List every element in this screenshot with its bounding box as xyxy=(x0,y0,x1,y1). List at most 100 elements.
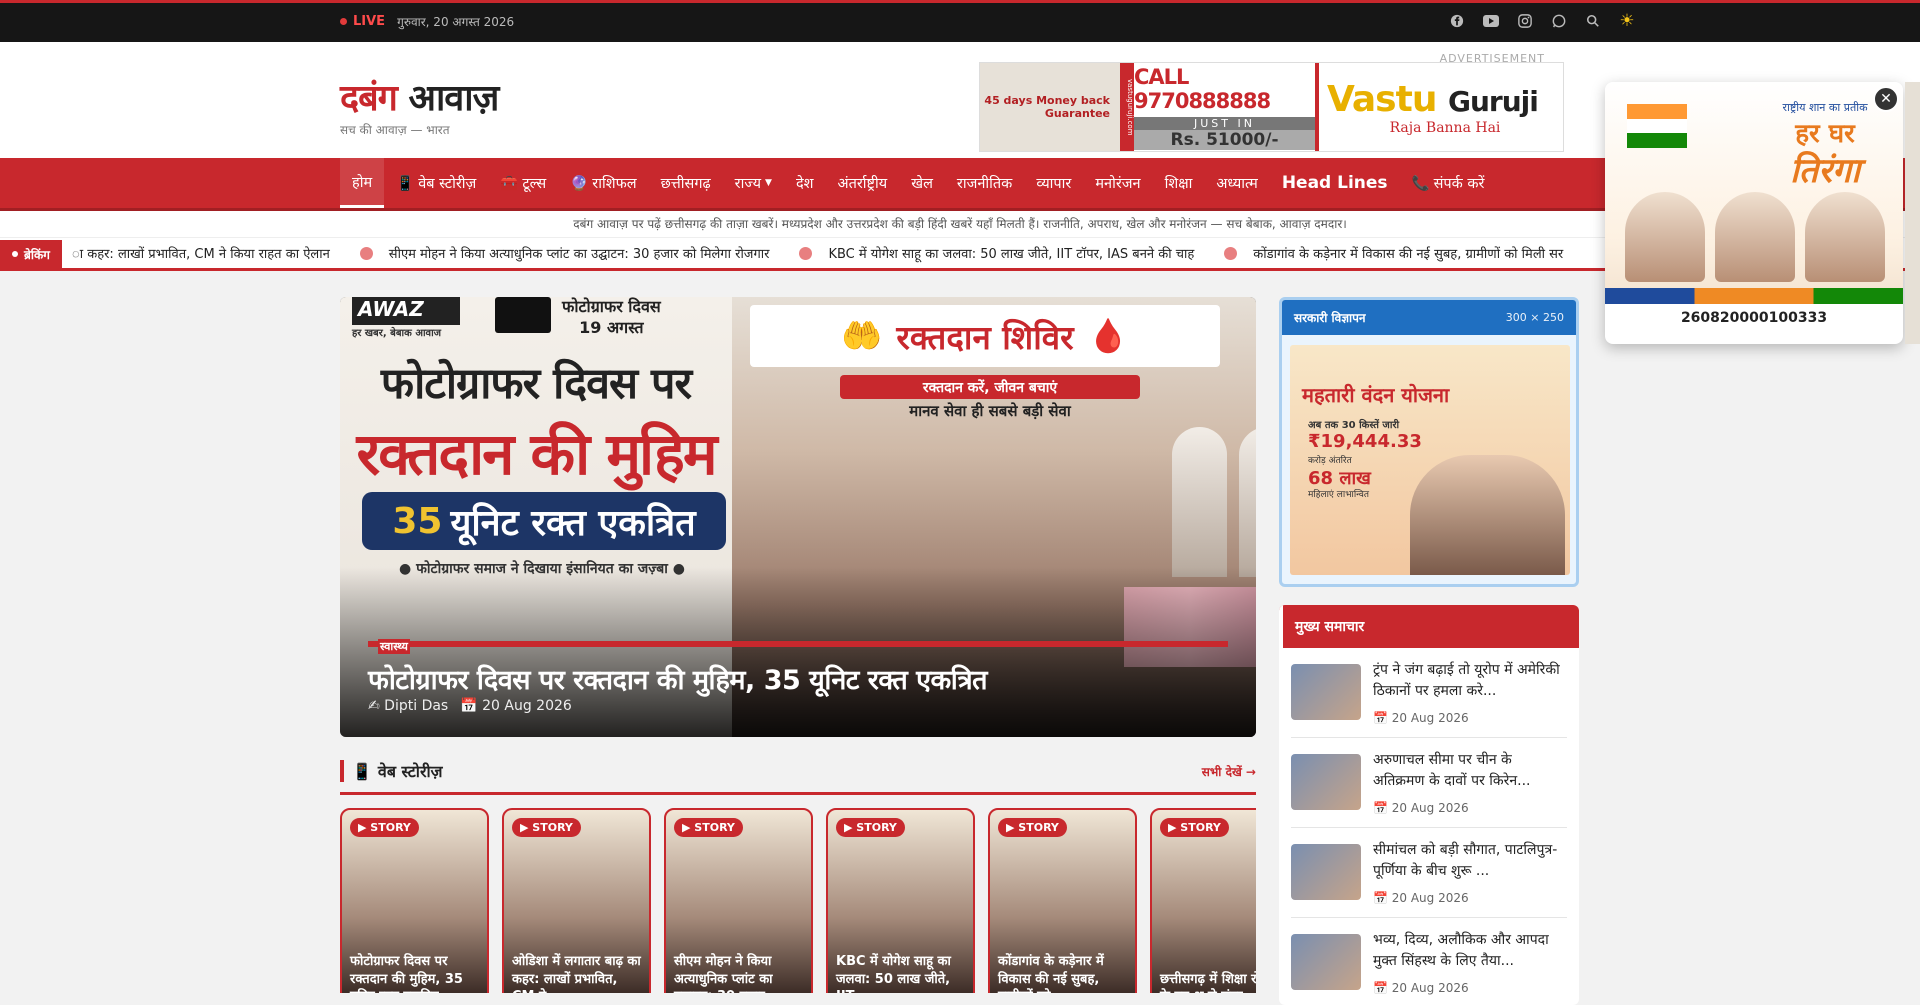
hero-author[interactable]: ✍ Dipti Das xyxy=(368,698,448,714)
live-label: LIVE xyxy=(353,14,386,29)
hero-people-group xyxy=(1172,427,1256,577)
government-ad[interactable]: सरकारी विज्ञापन 300 × 250 महतारी वंदन योज… xyxy=(1279,297,1579,587)
nav-item-0[interactable]: होम xyxy=(340,158,385,208)
hero-category[interactable]: स्वास्थ्य xyxy=(378,639,410,654)
story-badge: ▶ STORY xyxy=(674,818,743,837)
breaking-item-text: सीएम मोहन ने किया अत्याधुनिक प्लांट का उ… xyxy=(388,247,770,262)
nav-item-1[interactable]: 📱 वेब स्टोरीज़ xyxy=(384,158,488,208)
web-story-card[interactable]: ▶ STORY KBC में योगेश साहू का जलवा: 50 ला… xyxy=(826,808,975,993)
site-logo[interactable]: दबंग आवाज़ सच की आवाज़ — भारत xyxy=(340,72,499,138)
gov-ad-image: महतारी वंदन योजना अब तक 30 किस्तें जारी … xyxy=(1290,345,1570,575)
photo-day-title: फोटोग्राफर दिवस xyxy=(562,297,661,316)
nav-item-2[interactable]: 🧰 टूल्स xyxy=(488,158,558,208)
news-item[interactable]: सीमांचल को बड़ी सौगात, पाटलिपुत्र-पूर्णि… xyxy=(1291,828,1567,918)
story-badge: ▶ STORY xyxy=(998,818,1067,837)
gov-ad-size: 300 × 250 xyxy=(1505,311,1564,324)
top-banner-ad[interactable]: 45 days Money back Guarantee vastuguruji… xyxy=(979,62,1564,152)
web-story-card[interactable]: ▶ STORY फोटोग्राफर दिवस पर रक्तदान की मुह… xyxy=(340,808,489,993)
nav-item-4[interactable]: छत्तीसगढ़ xyxy=(649,158,723,208)
ad-just-in: JUST IN xyxy=(1134,116,1315,130)
india-flag-icon xyxy=(1627,104,1687,148)
search-icon[interactable] xyxy=(1585,13,1601,29)
web-story-card[interactable]: ▶ STORY सीएम मोहन ने किया अत्याधुनिक प्ला… xyxy=(664,808,813,993)
ticker-dot xyxy=(359,246,373,260)
hero-image-heading-1: फोटोग्राफर दिवस पर xyxy=(380,359,692,409)
hero-image-heading-2: रक्तदान की मुहिम xyxy=(356,420,717,488)
photo-day-date: 19 अगस्त xyxy=(579,317,644,337)
ad-house-panel: 45 days Money back Guarantee xyxy=(980,63,1120,151)
web-stories-title: 📱 वेब स्टोरीज़ xyxy=(340,760,443,782)
camp-banner: 🤲 रक्तदान शिविर 🩸 xyxy=(750,305,1220,367)
see-all-link[interactable]: सभी देखें → xyxy=(1202,763,1256,780)
breaking-item[interactable]: सीएम मोहन ने किया अत्याधुनिक प्लांट का उ… xyxy=(359,244,770,262)
current-date: गुरुवार, 20 अगस्त 2026 xyxy=(397,15,515,29)
story-badge: ▶ STORY xyxy=(1160,818,1229,837)
sun-icon[interactable]: ☀ xyxy=(1619,11,1635,31)
nav-item-15[interactable]: 📞 संपर्क करें xyxy=(1400,158,1497,208)
nav-label: वेब स्टोरीज़ xyxy=(418,176,477,192)
hero-meta: ✍ Dipti Das 📅 20 Aug 2026 xyxy=(368,698,572,714)
floating-ad-popup[interactable]: राष्ट्रीय शान का प्रतीक हर घर तिरंगा 260… xyxy=(1605,82,1903,344)
nav-item-14[interactable]: Head Lines xyxy=(1270,158,1400,208)
main-news-list: ट्रंप ने जंग बढ़ाई तो यूरोप में अमेरिकी … xyxy=(1279,648,1579,1005)
main-news-heading: मुख्य समाचार xyxy=(1279,605,1579,648)
web-stories-list: ▶ STORY फोटोग्राफर दिवस पर रक्तदान की मुह… xyxy=(340,808,1256,993)
phone-icon: 📱 xyxy=(352,761,372,781)
nav-item-3[interactable]: 🔮 राशिफल xyxy=(558,158,648,208)
news-date: 📅 20 Aug 2026 xyxy=(1373,801,1469,815)
nav-item-11[interactable]: मनोरंजन xyxy=(1083,158,1152,208)
news-item[interactable]: ट्रंप ने जंग बढ़ाई तो यूरोप में अमेरिकी … xyxy=(1291,648,1567,738)
camp-subtitle-2: मानव सेवा ही सबसे बड़ी सेवा xyxy=(909,402,1071,420)
popup-ad-image: राष्ट्रीय शान का प्रतीक हर घर तिरंगा xyxy=(1605,82,1903,304)
nav-item-6[interactable]: देश xyxy=(784,158,826,208)
instagram-icon[interactable] xyxy=(1517,13,1533,29)
hero-title[interactable]: फोटोग्राफर दिवस पर रक्तदान की मुहिम, 35 … xyxy=(368,660,988,697)
news-item[interactable]: भव्य, दिव्य, अलौकिक और आपदा मुक्त सिंहस्… xyxy=(1291,918,1567,1005)
breaking-label-text: ब्रेकिंग xyxy=(24,247,50,262)
nav-list: होम 📱 वेब स्टोरीज़ 🧰 टूल्स 🔮 राशिफल छत्तीसगढ़ रा… xyxy=(340,158,1496,208)
ad-vertical-text: vastuguruji.com xyxy=(1120,63,1134,151)
nav-item-8[interactable]: खेल xyxy=(899,158,945,208)
breaking-item[interactable]: KBC में योगेश साहू का जलवा: 50 लाख जीते,… xyxy=(799,244,1194,262)
youtube-icon[interactable] xyxy=(1483,13,1499,29)
nav-item-13[interactable]: अध्यात्म xyxy=(1204,158,1269,208)
web-story-card[interactable]: ▶ STORY छत्तीसगढ़ में शिक्षा रोजगार के नए… xyxy=(1150,808,1256,993)
units-text: यूनिट रक्त एकत्रित xyxy=(450,502,696,544)
story-badge: ▶ STORY xyxy=(350,818,419,837)
units-number: 35 xyxy=(392,500,443,542)
ad-guarantee-text: 45 days Money back Guarantee xyxy=(984,93,1110,120)
gov-ad-amount: ₹19,444.33 xyxy=(1308,431,1422,452)
news-date: 📅 20 Aug 2026 xyxy=(1373,711,1469,725)
ad-brand-panel: Vastu Guruji Raja Banna Hai xyxy=(1319,63,1563,151)
gov-ad-people xyxy=(1410,455,1565,575)
facebook-icon[interactable] xyxy=(1449,13,1465,29)
popup-har-ghar: हर घर xyxy=(1795,119,1855,149)
nav-icon: 📞 xyxy=(1411,175,1430,192)
hero-image-units-box: 35 यूनिट रक्त एकत्रित xyxy=(362,492,726,550)
hero-date: 📅 20 Aug 2026 xyxy=(460,698,572,714)
nav-item-7[interactable]: अंतर्राष्ट्रीय xyxy=(826,158,900,208)
nav-item-9[interactable]: राजनीतिक xyxy=(945,158,1024,208)
live-indicator[interactable]: LIVE गुरुवार, 20 अगस्त 2026 xyxy=(340,13,514,30)
news-item[interactable]: अरुणाचल सीमा पर चीन के अतिक्रमण के दावों… xyxy=(1291,738,1567,828)
web-story-card[interactable]: ▶ STORY ओडिशा में लगातार बाढ़ का कहर: लाख… xyxy=(502,808,651,993)
popup-tricolor-bar xyxy=(1605,288,1903,304)
breaking-item[interactable]: कोंडागांव के कड़ेनार में विकास की नई सुब… xyxy=(1224,244,1563,262)
nav-icon: 🧰 xyxy=(500,175,519,192)
gov-ad-line3: महिलाएं लाभान्वित xyxy=(1308,490,1370,500)
blood-drop-icon-2: 🩸 xyxy=(1087,316,1129,355)
ad-brand-vastu: Vastu xyxy=(1327,78,1437,120)
nav-item-12[interactable]: शिक्षा xyxy=(1153,158,1205,208)
web-story-card[interactable]: ▶ STORY कोंडागांव के कड़ेनार में विकास की… xyxy=(988,808,1137,993)
hero-article[interactable]: AWAZ हर खबर, बेबाक आवाज फोटोग्राफर दिवस 1… xyxy=(340,297,1256,737)
nav-label: शिक्षा xyxy=(1164,176,1193,192)
close-icon[interactable]: ✕ xyxy=(1873,86,1899,112)
news-title: अरुणाचल सीमा पर चीन के अतिक्रमण के दावों… xyxy=(1373,752,1531,789)
nav-item-10[interactable]: व्यापार xyxy=(1024,158,1083,208)
breaking-item-text: कोंडागांव के कड़ेनार में विकास की नई सुब… xyxy=(1253,247,1564,262)
nav-item-5[interactable]: राज्य ▼ xyxy=(723,158,784,208)
breaking-item[interactable]: ा कहर: लाखों प्रभावित, CM ने किया राहत क… xyxy=(72,244,330,262)
whatsapp-icon[interactable] xyxy=(1551,13,1567,29)
gov-ad-header: सरकारी विज्ञापन 300 × 250 xyxy=(1282,300,1576,335)
news-thumbnail xyxy=(1291,844,1361,900)
